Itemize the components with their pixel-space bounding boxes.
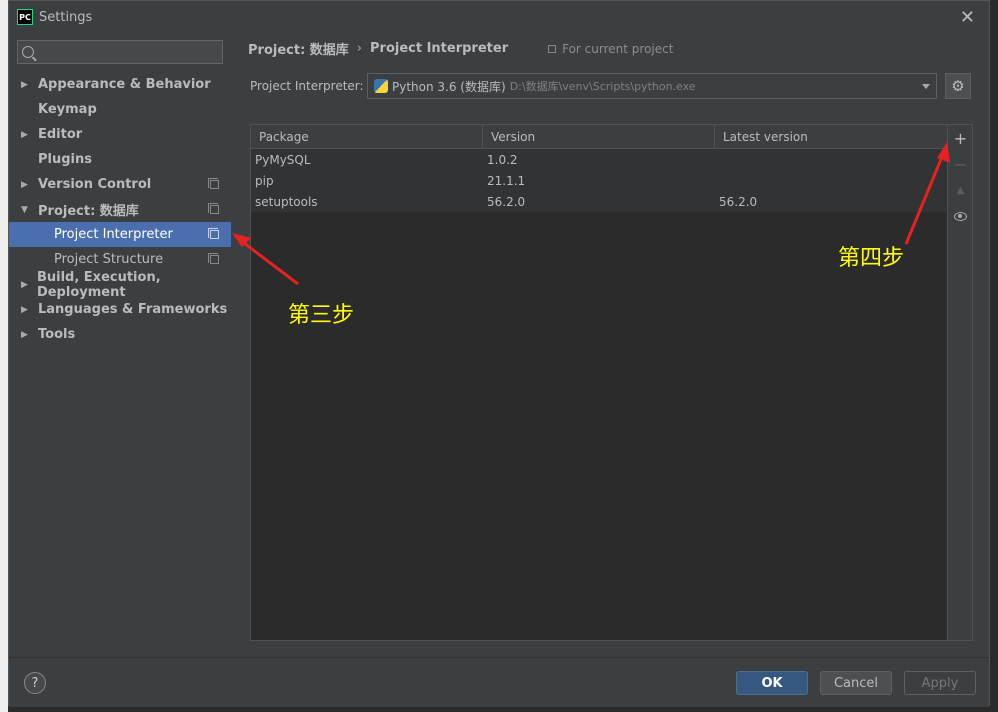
add-package-button[interactable]: + bbox=[948, 125, 973, 151]
close-icon[interactable]: ✕ bbox=[960, 7, 975, 28]
sidebar-item-plugins[interactable]: Plugins bbox=[9, 147, 231, 172]
dialog-footer: ? OK Cancel Apply bbox=[9, 657, 989, 707]
expand-arrow-icon[interactable]: ▶ bbox=[21, 280, 30, 290]
sidebar-item-project[interactable]: ▼ Project: 数据库 bbox=[9, 197, 231, 222]
title-bar: PC Settings ✕ bbox=[9, 1, 989, 33]
interpreter-path: D:\数据库\venv\Scripts\python.exe bbox=[509, 80, 696, 93]
table-row[interactable]: setuptools 56.2.0 56.2.0 bbox=[251, 191, 947, 212]
show-early-releases-button[interactable] bbox=[948, 203, 973, 229]
project-scope-icon bbox=[208, 178, 219, 189]
breadcrumb-separator: › bbox=[356, 41, 362, 56]
sidebar-item-label: Plugins bbox=[38, 152, 92, 167]
pycharm-app-icon: PC bbox=[17, 9, 33, 25]
settings-tree: ▶ Appearance & Behavior Keymap ▶ Editor … bbox=[9, 72, 231, 347]
project-scope-icon bbox=[548, 44, 557, 53]
expand-arrow-icon[interactable]: ▶ bbox=[21, 305, 31, 315]
minus-icon: − bbox=[953, 154, 968, 174]
breadcrumb-parent[interactable]: Project: 数据库 bbox=[248, 39, 349, 58]
sidebar-item-tools[interactable]: ▶ Tools bbox=[9, 322, 231, 347]
sidebar-item-languages-frameworks[interactable]: ▶ Languages & Frameworks bbox=[9, 297, 231, 322]
sidebar-item-project-structure[interactable]: Project Structure bbox=[9, 247, 231, 272]
interpreter-label: Project Interpreter: bbox=[250, 79, 364, 93]
sidebar-item-label: Project Interpreter bbox=[54, 227, 173, 242]
project-scope-icon bbox=[208, 203, 219, 214]
step3-annotation: 第三步 bbox=[288, 303, 355, 328]
table-row[interactable]: pip 21.1.1 bbox=[251, 170, 947, 191]
project-scope-icon bbox=[208, 228, 219, 239]
window-title: Settings bbox=[39, 9, 93, 25]
package-version: 21.1.1 bbox=[487, 173, 526, 188]
project-scope-icon bbox=[208, 253, 219, 264]
gear-icon: ⚙ bbox=[951, 77, 965, 95]
chevron-down-icon[interactable] bbox=[922, 84, 930, 89]
settings-search-input[interactable] bbox=[38, 45, 208, 59]
sidebar-item-label: Keymap bbox=[38, 102, 97, 117]
sidebar-item-label: Project Structure bbox=[54, 252, 164, 267]
interpreter-dropdown[interactable]: Python 3.6 (数据库) D:\数据库\venv\Scripts\pyt… bbox=[367, 73, 937, 99]
packages-table: Package Version Latest version PyMySQL 1… bbox=[251, 125, 947, 640]
sidebar-item-label: Version Control bbox=[38, 177, 152, 192]
sidebar-item-build-execution-deployment[interactable]: ▶ Build, Execution, Deployment bbox=[9, 269, 231, 300]
python-icon bbox=[374, 79, 388, 93]
sidebar-item-project-interpreter[interactable]: Project Interpreter bbox=[9, 222, 231, 247]
sidebar-item-editor[interactable]: ▶ Editor bbox=[9, 122, 231, 147]
scope-text: For current project bbox=[562, 41, 674, 56]
expand-arrow-icon[interactable]: ▶ bbox=[21, 80, 31, 90]
package-latest-version bbox=[715, 170, 947, 191]
step4-annotation: 第四步 bbox=[838, 246, 905, 271]
table-header: Package Version Latest version bbox=[251, 125, 947, 149]
package-version: 1.0.2 bbox=[487, 152, 518, 167]
package-latest-version bbox=[715, 149, 947, 170]
sidebar-item-label: Tools bbox=[38, 327, 76, 342]
upgrade-package-button[interactable]: ▲ bbox=[948, 177, 973, 203]
sidebar-item-label: Build, Execution, Deployment bbox=[36, 269, 161, 300]
column-header-version[interactable]: Version bbox=[483, 125, 715, 149]
apply-button[interactable]: Apply bbox=[904, 671, 976, 695]
package-name: setuptools bbox=[255, 194, 318, 209]
search-icon bbox=[22, 46, 34, 58]
collapse-arrow-icon[interactable]: ▼ bbox=[21, 205, 31, 215]
sidebar-item-label: Appearance & Behavior bbox=[38, 77, 211, 92]
cancel-button[interactable]: Cancel bbox=[820, 671, 892, 695]
package-version: 56.2.0 bbox=[487, 194, 526, 209]
sidebar-item-label: Languages & Frameworks bbox=[38, 302, 228, 317]
interpreter-name: Python 3.6 (数据库) bbox=[392, 79, 506, 94]
packages-table-container: Package Version Latest version PyMySQL 1… bbox=[250, 124, 973, 641]
column-header-package[interactable]: Package bbox=[251, 125, 483, 149]
sidebar-item-version-control[interactable]: ▶ Version Control bbox=[9, 172, 231, 197]
scope-note: For current project bbox=[548, 42, 673, 56]
background-window-edge bbox=[0, 0, 8, 712]
table-row[interactable]: PyMySQL 1.0.2 bbox=[251, 149, 947, 170]
settings-main-panel: Project: 数据库 › Project Interpreter For c… bbox=[231, 33, 989, 657]
sidebar-item-label: Project: 数据库 bbox=[38, 204, 139, 219]
help-button[interactable]: ? bbox=[24, 672, 46, 694]
settings-sidebar: ▶ Appearance & Behavior Keymap ▶ Editor … bbox=[9, 33, 231, 657]
ok-button[interactable]: OK bbox=[736, 671, 808, 695]
sidebar-item-keymap[interactable]: Keymap bbox=[9, 97, 231, 122]
sidebar-item-label: Editor bbox=[38, 127, 83, 142]
remove-package-button[interactable]: − bbox=[948, 151, 973, 177]
package-name: PyMySQL bbox=[255, 152, 311, 167]
plus-icon: + bbox=[953, 128, 968, 148]
column-header-latest-version[interactable]: Latest version bbox=[715, 125, 947, 149]
package-name: pip bbox=[255, 173, 274, 188]
upgrade-icon: ▲ bbox=[956, 184, 965, 196]
expand-arrow-icon[interactable]: ▶ bbox=[21, 130, 31, 140]
sidebar-item-appearance-behavior[interactable]: ▶ Appearance & Behavior bbox=[9, 72, 231, 97]
breadcrumb-current: Project Interpreter bbox=[370, 41, 509, 56]
packages-toolbar: + − ▲ bbox=[947, 125, 972, 640]
interpreter-settings-button[interactable]: ⚙ bbox=[945, 73, 971, 99]
eye-icon bbox=[954, 211, 967, 221]
expand-arrow-icon[interactable]: ▶ bbox=[21, 330, 31, 340]
package-latest-version: 56.2.0 bbox=[719, 194, 758, 209]
settings-dialog: PC Settings ✕ ▶ Appearance & Behavior Ke… bbox=[8, 0, 990, 707]
breadcrumb: Project: 数据库 › Project Interpreter For c… bbox=[248, 39, 673, 58]
settings-search-box[interactable] bbox=[17, 40, 223, 64]
expand-arrow-icon[interactable]: ▶ bbox=[21, 180, 31, 190]
